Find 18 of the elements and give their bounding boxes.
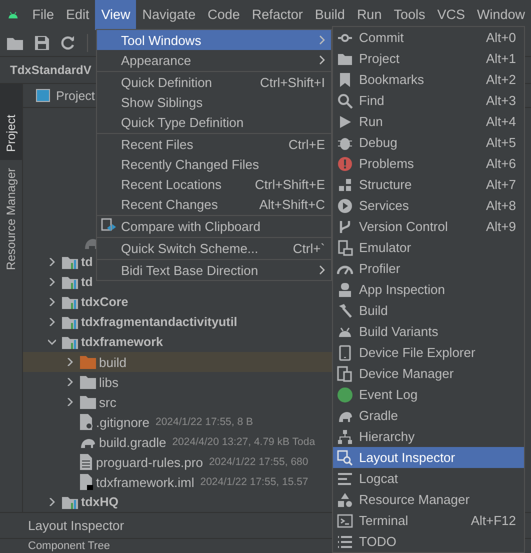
tree-label: tdxframework.iml [96,474,194,490]
tree-label: td [81,275,93,289]
tree-label: tdxHQ [81,495,118,509]
tree-label: src [99,394,116,410]
file-info: 2024/4/20 13:27, 4.79 kB Toda [172,436,316,448]
tree-label: tdxframework [81,335,163,349]
tree-label: proguard-rules.pro [96,454,203,470]
file-info: 2024/1/22 17:55, 8 B [155,416,253,428]
tree-label: build [99,354,126,370]
tree-label: td [81,255,93,269]
tree-label: .gitignore [96,414,150,430]
file-info: 2024/1/22 17:55, 680 [208,456,308,468]
section-title: Component Tree [28,540,110,552]
tree-label: libs [99,374,119,390]
tree-label: build.gradle [99,434,166,450]
tree-label: tdxCore [81,295,128,309]
tree-label: tdxfragmentandactivityutil [81,315,238,329]
file-info: 2024/1/22 17:55, 15.57 [200,476,308,488]
